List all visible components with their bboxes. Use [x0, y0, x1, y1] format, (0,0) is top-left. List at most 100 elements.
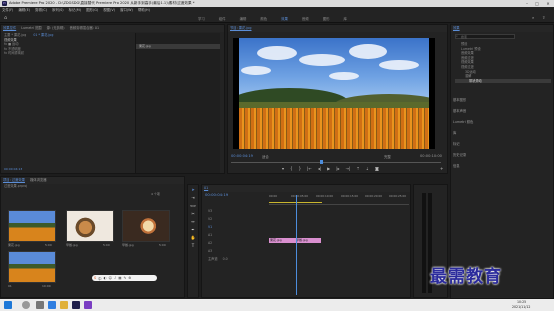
effects-panel-title[interactable]: 效果 [453, 26, 460, 30]
workspace-tab[interactable]: 组件 [212, 14, 233, 23]
track-header-a2[interactable]: A2 [205, 239, 267, 247]
clip-bar[interactable]: 果花.jpg [136, 44, 220, 49]
tree-item-selected[interactable]: 带状滑动 [455, 78, 551, 84]
maximize-button[interactable]: □ [532, 0, 542, 7]
tab-source[interactable]: 源: (无剪辑) [47, 26, 65, 30]
task-view-icon[interactable] [36, 301, 44, 309]
menu-marker[interactable]: 标记(M) [69, 8, 81, 12]
master-volume[interactable]: 0.0 [223, 257, 228, 261]
effects-search-input[interactable]: 搜索 [455, 34, 515, 39]
track-header-v2[interactable]: V2 [205, 215, 267, 223]
ripple-edit-tool-icon[interactable]: ⟺ [190, 203, 196, 209]
program-current-timecode[interactable]: 00:00:04:19 [231, 154, 253, 158]
section-libraries[interactable]: 库 [451, 130, 553, 137]
windows-start-icon[interactable] [4, 301, 12, 309]
fit-select[interactable]: 适合 [262, 154, 269, 159]
edge-browser-icon[interactable] [48, 301, 56, 309]
app-taskbar-icon[interactable] [84, 301, 92, 309]
workspace-tab[interactable]: 颜色 [253, 14, 274, 23]
section-essential-sound[interactable]: 基本声音 [451, 108, 553, 115]
program-playhead[interactable] [320, 160, 324, 164]
tab-effect-controls[interactable]: 效果控件 [3, 26, 16, 30]
timeline-clip-breakfast[interactable]: 早餐.jpg [295, 238, 321, 243]
track-header-v1[interactable]: V1 [205, 223, 267, 231]
track-header-a1[interactable]: A1 [205, 231, 267, 239]
mark-out-icon[interactable]: } [299, 166, 302, 171]
menu-clip[interactable]: 剪辑(C) [35, 8, 47, 12]
menu-file[interactable]: 文件(F) [2, 8, 13, 12]
export-frame-icon[interactable]: ◙ [375, 166, 379, 171]
type-tool-icon[interactable]: T [190, 243, 196, 249]
master-clip-label[interactable]: 主要 * 果花.jpg [4, 33, 26, 37]
tab-lumetri-scopes[interactable]: Lumetri 范围 [21, 26, 41, 30]
timeline-ruler[interactable]: 00:00 00:00:05:00 00:00:10:00 00:00:15:0… [269, 193, 409, 205]
sequence-clip-link[interactable]: 01 * 果花.jpg [33, 33, 53, 37]
selection-tool-icon[interactable]: ➤ [190, 187, 196, 193]
track-select-tool-icon[interactable]: ⇥ [190, 195, 196, 201]
file-explorer-icon[interactable] [60, 301, 68, 309]
timeline-playhead[interactable] [295, 195, 297, 295]
razor-tool-icon[interactable]: ✂ [190, 211, 196, 217]
thumbnail-sequence[interactable] [8, 251, 56, 283]
search-icon[interactable]: ⌕ [532, 15, 534, 20]
go-to-in-icon[interactable]: |← [307, 166, 312, 171]
section-essential-graphics[interactable]: 基本图形 [451, 97, 553, 104]
quality-select[interactable]: 完整 [384, 154, 391, 159]
toolbar-icon[interactable]: ◐ [104, 276, 107, 280]
extract-icon[interactable]: ⇣ [366, 166, 369, 171]
track-header-v3[interactable]: V3 [205, 207, 267, 215]
timeline-timecode[interactable]: 00:00:04:19 [205, 192, 228, 197]
toolbar-icon[interactable]: ▦ [118, 276, 121, 280]
toolbar-icon[interactable]: ✎ [123, 276, 126, 280]
effect-controls-timecode[interactable]: 00:00:04:13 [4, 167, 22, 171]
workspace-tab[interactable]: 音频 [295, 14, 316, 23]
toolbar-icon[interactable]: ♪ [114, 276, 116, 280]
section-markers[interactable]: 标记 [451, 141, 553, 148]
lift-icon[interactable]: ⇡ [356, 166, 359, 171]
settings-icon[interactable]: + [440, 166, 443, 171]
thumbnail-breakfast-plate[interactable] [122, 210, 170, 242]
clock-date[interactable]: 2021/11/12 [512, 304, 530, 310]
toolbar-icon[interactable]: ⚙ [128, 276, 131, 280]
thumbnail-flower-field[interactable] [8, 210, 56, 242]
menu-edit[interactable]: 编辑(E) [18, 8, 30, 12]
sogou-icon[interactable]: S [94, 276, 96, 280]
toolbar-icon[interactable]: 中 [98, 276, 101, 281]
thumbnail-breakfast-sandwich[interactable] [66, 210, 114, 242]
slip-tool-icon[interactable]: ↔ [190, 219, 196, 225]
mark-in-icon[interactable]: { [290, 166, 293, 171]
toolbar-icon[interactable]: ☺ [109, 276, 113, 280]
play-icon[interactable]: ▶ [327, 166, 330, 171]
pen-tool-icon[interactable]: ✒ [190, 227, 196, 233]
section-lumetri-color[interactable]: Lumetri 颜色 [451, 119, 553, 126]
menu-sequence[interactable]: 序列(S) [52, 8, 64, 12]
program-scrubber[interactable] [231, 162, 441, 163]
menu-window[interactable]: 窗口(W) [120, 8, 133, 12]
workspace-tab[interactable]: 图形 [316, 14, 337, 23]
minimize-button[interactable]: – [522, 0, 532, 7]
workspace-tab[interactable]: 学习 [191, 14, 212, 23]
step-back-icon[interactable]: ◂| [318, 166, 321, 171]
timeline-sequence-tab[interactable]: 01 [204, 186, 208, 190]
premiere-taskbar-icon[interactable] [72, 301, 80, 309]
menu-help[interactable]: 帮助(H) [138, 8, 150, 12]
tab-media-browser[interactable]: 媒体浏览器 [30, 178, 46, 182]
workspace-tab[interactable]: 编辑 [233, 14, 254, 23]
timeline-clip-flower[interactable]: 果花.jpg [269, 238, 295, 243]
workspace-tab[interactable]: 效果 [274, 14, 295, 23]
menu-view[interactable]: 视图(V) [103, 8, 115, 12]
tab-audio-clip-mixer[interactable]: 音频剪辑混合器: 01 [70, 26, 99, 30]
close-button[interactable]: ✕ [543, 0, 553, 7]
section-info[interactable]: 信息 [451, 163, 553, 170]
marker-icon[interactable]: ▾ [282, 166, 284, 171]
program-monitor-title[interactable]: 节目: 果花.jpg [230, 26, 252, 30]
search-icon[interactable] [22, 301, 30, 309]
step-forward-icon[interactable]: |▸ [336, 166, 339, 171]
hand-tool-icon[interactable]: ✋ [190, 235, 196, 241]
home-icon[interactable]: ⌂ [4, 15, 7, 21]
workspace-tab[interactable]: 库 [336, 14, 353, 23]
track-header-a3[interactable]: A3 [205, 247, 267, 255]
menu-graphics[interactable]: 图形(G) [86, 8, 98, 12]
section-history[interactable]: 历史记录 [451, 152, 553, 159]
export-icon[interactable]: ⇪ [542, 15, 545, 20]
